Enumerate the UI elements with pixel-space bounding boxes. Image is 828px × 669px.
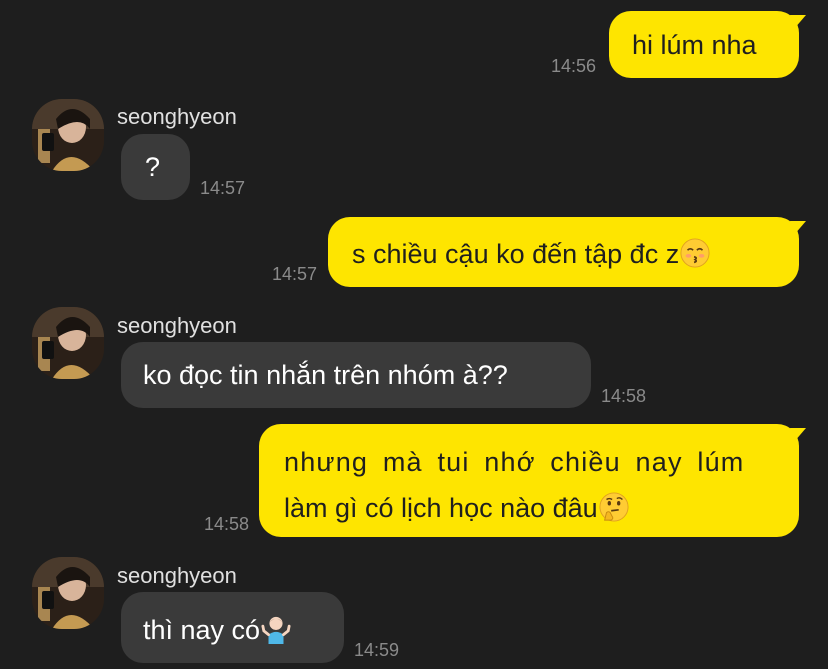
avatar-photo xyxy=(32,557,104,629)
message-timestamp: 14:59 xyxy=(354,640,400,660)
message-text-line: nhưng mà tui nhớ chiều nay lúm xyxy=(284,447,745,477)
outgoing-message-bubble[interactable]: hi lúm nha xyxy=(609,11,799,78)
avatar-photo xyxy=(32,99,104,171)
message-text: ? xyxy=(145,152,161,182)
message-timestamp: 14:58 xyxy=(204,514,250,534)
outgoing-message-bubble[interactable]: nhưng mà tui nhớ chiều nay lúm làm gì có… xyxy=(259,424,799,537)
message-text: thì nay có xyxy=(143,615,261,645)
incoming-message-bubble[interactable]: ko đọc tin nhắn trên nhóm à?? xyxy=(121,342,591,408)
thinking-face-icon xyxy=(599,492,629,522)
message-timestamp: 14:58 xyxy=(601,386,647,406)
incoming-message-bubble[interactable]: ? xyxy=(121,134,190,200)
avatar[interactable] xyxy=(32,307,104,379)
message-text-line: làm gì có lịch học nào đâu xyxy=(284,493,598,523)
message-text: ko đọc tin nhắn trên nhóm à?? xyxy=(143,360,508,390)
message-text: s chiều cậu ko đến tập đc z xyxy=(352,239,680,269)
outgoing-message-bubble[interactable]: s chiều cậu ko đến tập đc z xyxy=(328,217,799,287)
message-text: hi lúm nha xyxy=(632,30,757,60)
sender-name: seonghyeon xyxy=(117,313,237,338)
message-timestamp: 14:57 xyxy=(200,178,246,198)
person-shrugging-icon xyxy=(261,616,291,644)
avatar[interactable] xyxy=(32,557,104,629)
avatar-photo xyxy=(32,307,104,379)
sender-name: seonghyeon xyxy=(117,563,237,588)
kissing-face-closed-eyes-icon xyxy=(680,238,710,268)
message-timestamp: 14:56 xyxy=(551,56,597,76)
incoming-message-bubble[interactable]: thì nay có xyxy=(121,592,344,663)
sender-name: seonghyeon xyxy=(117,104,237,129)
avatar[interactable] xyxy=(32,99,104,171)
message-timestamp: 14:57 xyxy=(272,264,318,284)
